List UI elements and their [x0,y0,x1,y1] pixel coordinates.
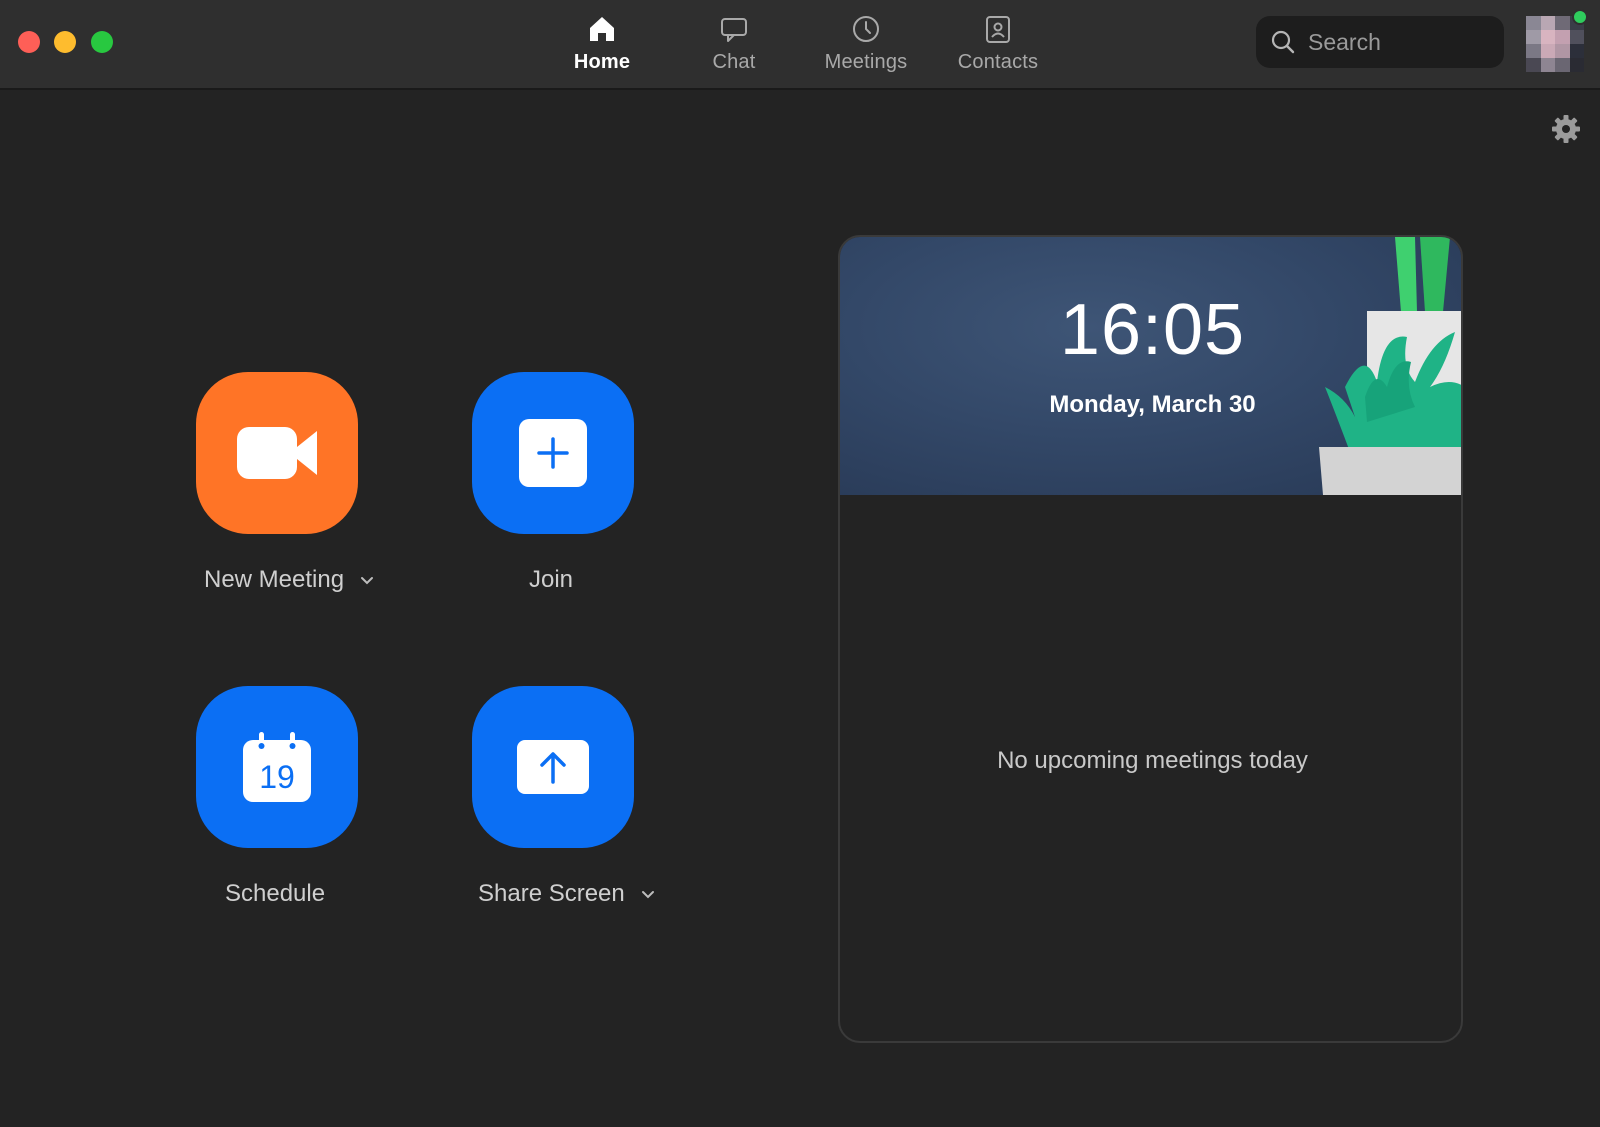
window-maximize-button[interactable] [91,31,113,53]
clock-icon [850,13,882,45]
tab-home[interactable]: Home [536,0,668,90]
current-time: 16:05 [1059,290,1246,370]
join-button[interactable] [472,372,634,534]
tab-home-label: Home [573,51,631,73]
new-meeting-button[interactable] [196,372,358,534]
tab-meetings[interactable]: Meetings [800,0,932,90]
chevron-down-icon[interactable] [360,573,374,587]
video-camera-icon [237,427,317,479]
window-close-button[interactable] [18,31,40,53]
share-screen-label[interactable]: Share Screen [478,880,655,908]
chat-bubble-icon [718,13,750,45]
contact-card-icon [982,13,1014,45]
home-icon [586,13,618,45]
empty-state-message: No upcoming meetings today [997,747,1308,774]
tab-chat-label: Chat [712,51,756,73]
new-meeting-text: New Meeting [204,566,345,593]
search-input[interactable]: Search [1256,16,1504,68]
plus-icon [519,419,587,487]
search-icon [1271,30,1295,54]
schedule-button[interactable]: 19 [196,686,358,848]
tab-contacts-label: Contacts [957,51,1039,73]
share-arrow-icon [517,740,589,794]
search-placeholder: Search [1308,28,1381,55]
settings-gear-icon[interactable] [1551,114,1581,144]
tab-meetings-label: Meetings [824,51,908,73]
upcoming-meetings-panel: 16:05 Monday, March 30 No upcoming meeti… [838,235,1463,1043]
share-screen-button[interactable] [472,686,634,848]
presence-indicator [1572,9,1588,25]
avatar[interactable] [1526,16,1584,72]
schedule-label[interactable]: Schedule [225,880,325,908]
current-date: Monday, March 30 [1049,391,1256,418]
new-meeting-label[interactable]: New Meeting [204,566,374,594]
calendar-day-number: 19 [259,759,295,795]
tab-contacts[interactable]: Contacts [932,0,1064,90]
tab-chat[interactable]: Chat [668,0,800,90]
join-label[interactable]: Join [529,566,573,594]
calendar-icon: 19 [243,732,311,802]
clock-banner: 16:05 Monday, March 30 [840,237,1461,495]
window-minimize-button[interactable] [54,31,76,53]
chevron-down-icon[interactable] [641,887,655,901]
title-bar: Home Chat Meetings Contacts Search [0,0,1600,90]
share-screen-text: Share Screen [478,880,625,907]
